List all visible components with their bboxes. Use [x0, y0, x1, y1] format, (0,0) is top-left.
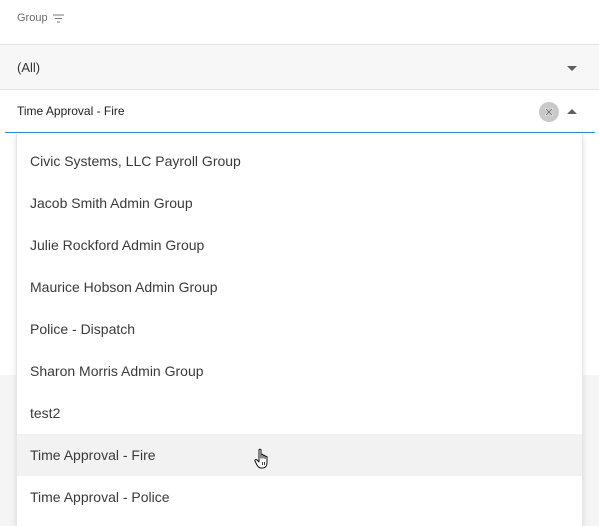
dropdown-item[interactable]: Time Approval - Police — [17, 476, 582, 518]
group-filter-panel: Group (All) Time Approval - Fire Civic S… — [0, 0, 599, 526]
dropdown-item[interactable]: test2 — [17, 392, 582, 434]
group-combobox-input[interactable]: Time Approval - Fire — [5, 90, 595, 133]
all-filter-value: (All) — [17, 60, 41, 75]
all-filter-select[interactable]: (All) — [0, 45, 599, 90]
hand-pointer-icon — [253, 448, 273, 472]
clear-icon[interactable] — [539, 102, 559, 122]
dropdown-item[interactable]: Police - Dispatch — [17, 308, 582, 350]
group-dropdown-list[interactable]: Civic Systems, LLC Payroll Group Jacob S… — [16, 134, 583, 526]
chevron-down-icon[interactable] — [567, 66, 577, 71]
group-combobox-value: Time Approval - Fire — [17, 104, 125, 118]
dropdown-item[interactable]: Civic Systems, LLC Payroll Group — [17, 140, 582, 182]
group-combobox-row: Time Approval - Fire — [0, 90, 599, 134]
dropdown-item[interactable]: Sharon Morris Admin Group — [17, 350, 582, 392]
group-header-label: Group — [17, 12, 48, 24]
dropdown-item[interactable]: Jacob Smith Admin Group — [17, 182, 582, 224]
filter-icon[interactable] — [52, 14, 64, 23]
dropdown-item-hovered[interactable]: Time Approval - Fire — [17, 434, 582, 476]
dropdown-item[interactable]: Julie Rockford Admin Group — [17, 224, 582, 266]
group-header-label-wrap: Group — [17, 12, 64, 24]
group-column-header[interactable]: Group — [0, 0, 599, 45]
chevron-up-icon[interactable] — [567, 109, 577, 114]
dropdown-item[interactable]: Maurice Hobson Admin Group — [17, 266, 582, 308]
